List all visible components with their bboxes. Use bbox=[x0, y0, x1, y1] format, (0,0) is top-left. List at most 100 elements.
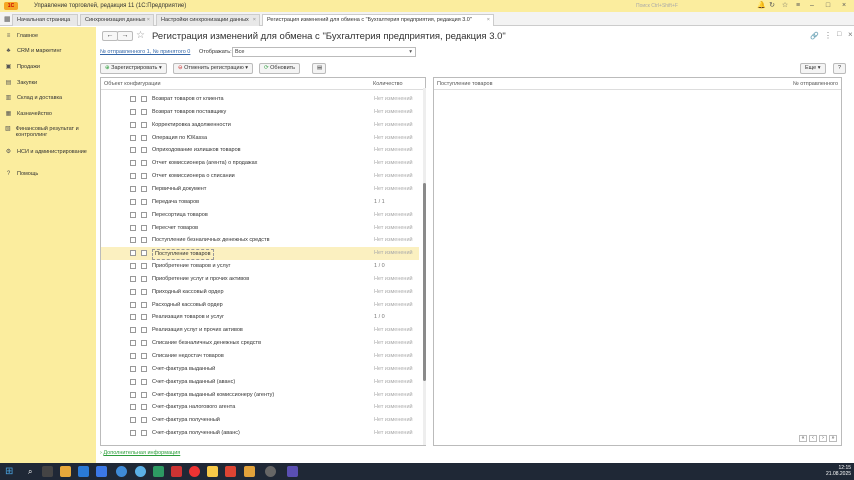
browser-icon[interactable] bbox=[116, 466, 127, 477]
search-input[interactable]: Поиск Ctrl+Shift+F bbox=[636, 2, 708, 10]
table-row[interactable]: Счет-фактура полученный Нет изменений bbox=[101, 414, 419, 427]
row-checkbox[interactable] bbox=[130, 134, 136, 141]
row-checkbox-register[interactable] bbox=[141, 250, 147, 257]
table-row[interactable]: Корректировка задолженности Нет изменений bbox=[101, 119, 419, 132]
row-checkbox-register[interactable] bbox=[141, 198, 147, 205]
row-checkbox[interactable] bbox=[130, 314, 136, 321]
table-row[interactable]: Передача товаров 1 / 1 bbox=[101, 196, 419, 209]
1c-app-icon[interactable] bbox=[225, 466, 236, 477]
favorites-icon[interactable]: ☆ bbox=[781, 2, 789, 10]
table-row[interactable]: Пересчет товаров Нет изменений bbox=[101, 222, 419, 235]
row-checkbox[interactable] bbox=[130, 353, 136, 359]
row-checkbox-register[interactable] bbox=[141, 96, 147, 102]
row-checkbox[interactable] bbox=[130, 147, 136, 154]
maximize-icon[interactable]: □ bbox=[824, 2, 832, 10]
close-tab-icon[interactable]: × bbox=[147, 15, 150, 26]
tab-sync[interactable]: Синхронизация данных × bbox=[80, 14, 154, 26]
more-button[interactable]: Еще ▾ bbox=[800, 63, 826, 74]
table-row[interactable]: Первичный документ Нет изменений bbox=[101, 183, 419, 196]
app-icon[interactable] bbox=[96, 466, 107, 477]
row-checkbox-register[interactable] bbox=[141, 263, 147, 270]
row-checkbox-register[interactable] bbox=[141, 417, 147, 424]
row-checkbox-register[interactable] bbox=[141, 211, 147, 218]
registered-items-table[interactable]: Поступление товаров № отправленного « ‹ … bbox=[433, 77, 842, 446]
sidebar-item-main[interactable]: ≡ Главное bbox=[5, 33, 38, 40]
apps-icon[interactable]: ▦ bbox=[4, 15, 11, 23]
row-checkbox[interactable] bbox=[130, 391, 136, 398]
table-row[interactable]: Возврат товаров поставщику Нет изменений bbox=[101, 106, 419, 119]
search-taskbar-icon[interactable]: ⌕ bbox=[28, 466, 39, 477]
scrollbar-thumb[interactable] bbox=[423, 183, 426, 381]
row-checkbox-register[interactable] bbox=[141, 301, 147, 308]
sidebar-item-treasury[interactable]: ▦ Казначейство bbox=[5, 111, 52, 118]
app-icon[interactable] bbox=[207, 466, 218, 477]
table-row[interactable]: Списание недостач товаров Нет изменений bbox=[101, 350, 419, 363]
close-tab-icon[interactable]: × bbox=[253, 15, 256, 26]
prev-page-icon[interactable]: ‹ bbox=[809, 435, 817, 442]
row-checkbox-register[interactable] bbox=[141, 185, 147, 192]
row-checkbox[interactable] bbox=[130, 108, 136, 115]
sidebar-item-finance[interactable]: ▧ Финансовый результат и контроллинг bbox=[5, 126, 91, 138]
close-tab-icon[interactable]: × bbox=[487, 15, 490, 26]
more-info-toggle[interactable]: › Дополнительная информация bbox=[100, 450, 180, 456]
row-checkbox[interactable] bbox=[130, 237, 136, 244]
notification-icon[interactable]: 🔔 bbox=[757, 2, 766, 10]
history-icon[interactable]: ↻ bbox=[768, 2, 776, 10]
row-checkbox[interactable] bbox=[130, 327, 136, 334]
back-button[interactable]: ← bbox=[102, 31, 118, 41]
messages-link[interactable]: № отправленного 1, № принятого 0 bbox=[100, 49, 190, 55]
tab-home[interactable]: Начальная страница bbox=[12, 14, 78, 26]
table-row[interactable]: Операция по ЮКassa Нет изменений bbox=[101, 132, 419, 145]
table-row[interactable]: Пересортица товаров Нет изменений bbox=[101, 209, 419, 222]
show-filter-select[interactable]: Все ▾ bbox=[232, 47, 416, 57]
table-row[interactable]: Возврат товаров от клиента Нет изменений bbox=[101, 93, 419, 106]
taskview-icon[interactable] bbox=[42, 466, 53, 477]
row-checkbox-register[interactable] bbox=[141, 147, 147, 154]
row-checkbox-register[interactable] bbox=[141, 365, 147, 372]
maximize-form-icon[interactable]: □ bbox=[837, 31, 841, 38]
row-checkbox[interactable] bbox=[130, 340, 136, 347]
explorer-icon[interactable] bbox=[60, 466, 71, 477]
help-button[interactable]: ? bbox=[833, 63, 847, 74]
table-row[interactable]: Оприходование излишков товаров Нет измене… bbox=[101, 144, 419, 157]
row-checkbox[interactable] bbox=[130, 121, 136, 128]
table-row[interactable]: Счет-фактура выданный (аванс) Нет изменен… bbox=[101, 376, 419, 389]
app-icon[interactable] bbox=[244, 466, 255, 477]
table-row[interactable]: Отчет комиссионера (агента) о продажах Не… bbox=[101, 157, 419, 170]
row-checkbox[interactable] bbox=[130, 378, 136, 385]
row-checkbox-register[interactable] bbox=[141, 327, 147, 334]
row-checkbox[interactable] bbox=[130, 224, 136, 231]
close-icon[interactable]: × bbox=[840, 2, 848, 10]
row-checkbox-register[interactable] bbox=[141, 134, 147, 141]
row-checkbox[interactable] bbox=[130, 430, 136, 437]
table-row[interactable]: Счет-фактура полученный (аванс) Нет измен… bbox=[101, 427, 419, 440]
column-header-sent-number[interactable]: № отправленного bbox=[793, 78, 838, 90]
forward-button[interactable]: → bbox=[117, 31, 133, 41]
favorite-star-icon[interactable]: ☆ bbox=[136, 30, 145, 41]
app-icon[interactable] bbox=[265, 466, 276, 477]
sidebar-item-warehouse[interactable]: ▥ Склад и доставка bbox=[5, 95, 62, 102]
row-checkbox[interactable] bbox=[130, 96, 136, 102]
row-checkbox-register[interactable] bbox=[141, 237, 147, 244]
row-checkbox-register[interactable] bbox=[141, 288, 147, 295]
row-checkbox-register[interactable] bbox=[141, 314, 147, 321]
row-checkbox-register[interactable] bbox=[141, 340, 147, 347]
table-row[interactable]: Приходный кассовый ордер Нет изменений bbox=[101, 286, 419, 299]
table-row[interactable]: Списание безналичных денежных средств Нет… bbox=[101, 337, 419, 350]
more-actions-icon[interactable]: ⋮ bbox=[824, 31, 832, 40]
minimize-icon[interactable]: – bbox=[808, 2, 816, 10]
table-row[interactable]: Счет-фактура налогового агента Нет измене… bbox=[101, 401, 419, 414]
sidebar-item-help[interactable]: ? Помощь bbox=[5, 171, 38, 178]
tab-sync-settings[interactable]: Настройки синхронизации данных × bbox=[156, 14, 260, 26]
row-checkbox-register[interactable] bbox=[141, 224, 147, 231]
row-checkbox-register[interactable] bbox=[141, 378, 147, 385]
row-checkbox-register[interactable] bbox=[141, 108, 147, 115]
menu-icon[interactable]: ≡ bbox=[794, 2, 802, 10]
row-checkbox-register[interactable] bbox=[141, 275, 147, 282]
table-row[interactable]: Приобретение услуг и прочих активов Нет и… bbox=[101, 273, 419, 286]
row-checkbox[interactable] bbox=[130, 211, 136, 218]
row-checkbox-register[interactable] bbox=[141, 353, 147, 359]
table-row[interactable]: Расходный кассовый ордер Нет изменений bbox=[101, 299, 419, 312]
row-checkbox-register[interactable] bbox=[141, 404, 147, 411]
row-checkbox-register[interactable] bbox=[141, 160, 147, 167]
